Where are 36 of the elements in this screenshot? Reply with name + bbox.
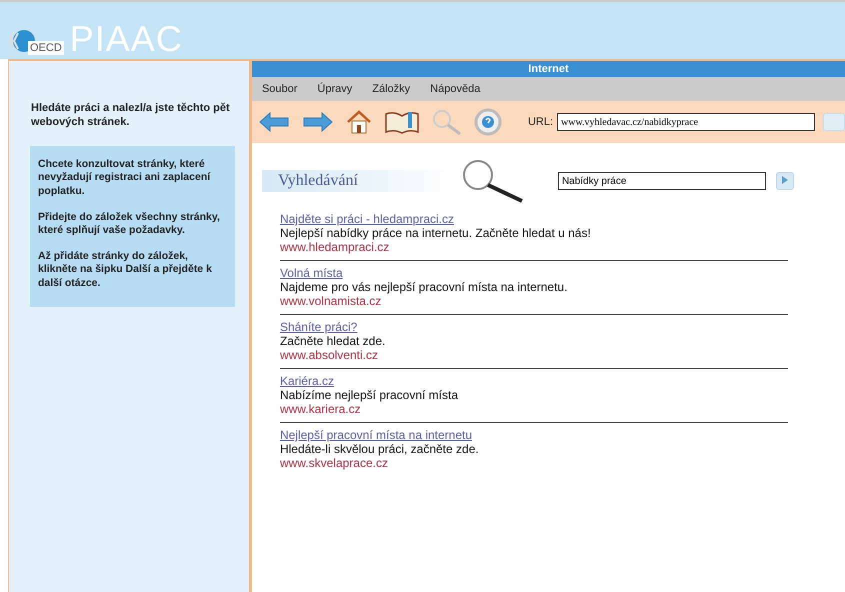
help-icon[interactable] (474, 108, 502, 136)
result-link[interactable]: Nejlepší pracovní místa na internetu (280, 428, 472, 442)
result-description: Začněte hledat zde. (280, 334, 386, 348)
result-url: www.hledampraci.cz (280, 240, 390, 254)
result-description: Najdeme pro vás nejlepší pracovní místa na internetu. (280, 280, 568, 294)
menu-item[interactable]: Úpravy (317, 83, 352, 95)
logo-title: PIAAC (70, 21, 183, 57)
search-field[interactable]: Nabídky práce (558, 172, 766, 190)
task-text: Přidejte do záložek všechny stránky, které splňují vaše požadavky. (38, 210, 221, 238)
url-label: URL: (528, 116, 553, 128)
home-icon[interactable] (346, 110, 372, 134)
menu-item[interactable]: Soubor (262, 83, 298, 95)
back-arrow-icon[interactable] (258, 112, 290, 132)
book-icon[interactable] (384, 110, 420, 134)
result-url: www.volnamista.cz (280, 294, 382, 308)
forward-arrow-icon[interactable] (302, 112, 334, 132)
result-link[interactable]: Kariéra.cz (280, 374, 334, 388)
menu-item[interactable]: Záložky (372, 83, 410, 95)
result-description: Nabízíme nejlepší pracovní místa (280, 388, 460, 402)
result-description: Nejlepší nabídky práce na internetu. Začněte hledat u nás! (280, 226, 592, 240)
result-description: Hledáte-li skvělou práci, začněte zde. (280, 442, 480, 456)
result-url: www.skvelaprace.cz (280, 456, 389, 470)
result-url: www.absolventi.cz (280, 348, 379, 362)
menu-item[interactable]: Nápověda (430, 83, 480, 95)
result-link[interactable]: Volná místa (280, 266, 343, 280)
play-icon (782, 176, 788, 184)
url-field[interactable]: www.vyhledavac.cz/nabidkyprace (557, 113, 815, 131)
search-button[interactable] (776, 172, 794, 190)
task-text: Až přidáte stránky do záložek, klikněte na šipku Další a přejděte k další otázce. (38, 250, 213, 291)
window-title: Internet (252, 61, 845, 77)
intro-text: Hledáte práci a nalezl/a jste těchto pět webových stránek. (31, 101, 231, 130)
result-link[interactable]: Sháníte práci? (280, 320, 358, 334)
result-url: www.kariera.cz (280, 402, 362, 416)
task-text: Chcete konzultovat stránky, které nevyžadují registraci ani zaplacení poplatku. (38, 158, 212, 199)
result-link[interactable]: Najděte si práci - hledampraci.cz (280, 212, 454, 226)
logo-org: OECD (28, 41, 64, 55)
